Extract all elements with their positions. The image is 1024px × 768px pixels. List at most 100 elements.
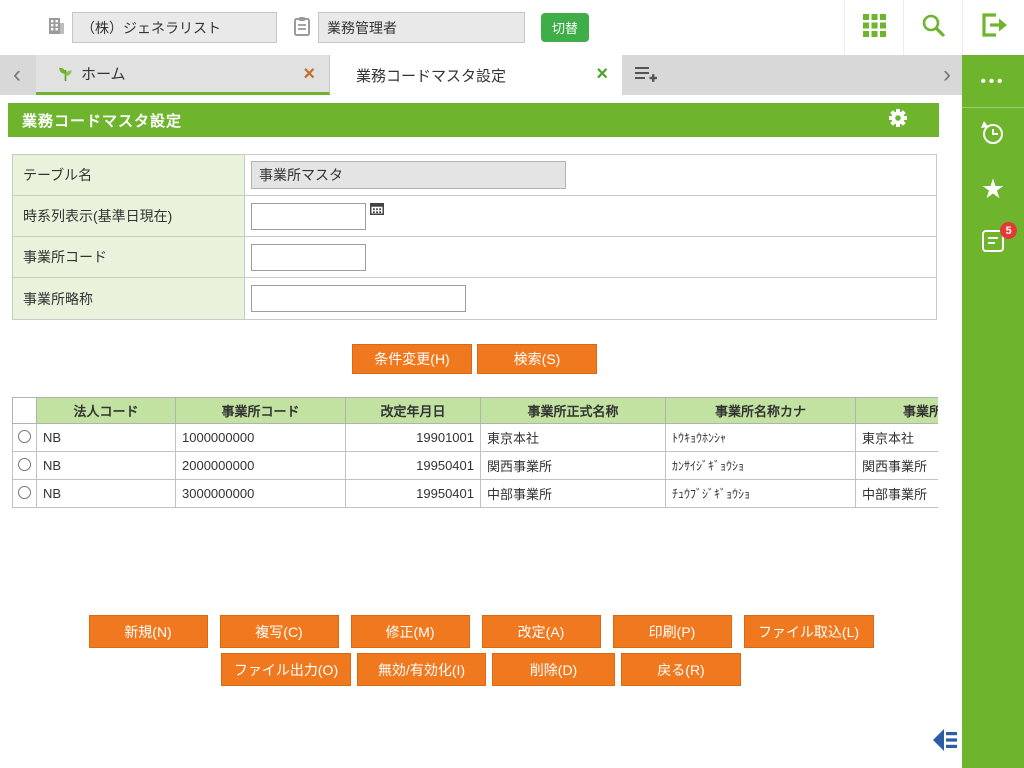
row-select-radio[interactable]: [18, 486, 31, 499]
tab-active-label: 業務コードマスタ設定: [356, 65, 506, 86]
role-input[interactable]: [318, 12, 525, 43]
cell-office-kana: ﾁｭｳﾌﾞｼﾞｷﾞｮｳｼｮ: [666, 480, 856, 508]
form-row-base-date: 時系列表示(基準日現在): [13, 196, 936, 237]
search-button[interactable]: [903, 0, 962, 55]
cell-office-code: 2000000000: [176, 452, 346, 480]
company-input[interactable]: [72, 12, 277, 43]
search-condition-form: テーブル名 時系列表示(基準日現在): [12, 154, 937, 320]
cell-office-name: 関西事業所: [481, 452, 666, 480]
delete-button[interactable]: 削除(D): [492, 653, 615, 686]
table-row: NB 1000000000 19901001 東京本社 ﾄｳｷｮｳﾎﾝｼｬ 東京…: [13, 424, 939, 452]
cell-office-code: 1000000000: [176, 424, 346, 452]
row-select-radio[interactable]: [18, 430, 31, 443]
clipboard-icon: [293, 16, 311, 36]
cell-corp-code: NB: [37, 452, 176, 480]
form-row-table-name: テーブル名: [13, 155, 936, 196]
back-button[interactable]: 戻る(R): [621, 653, 741, 686]
cell-office-kana: ｶﾝｻｲｼﾞｷﾞｮｳｼｮ: [666, 452, 856, 480]
result-table: 法人コード 事業所コード 改定年月日 事業所正式名称 事業所名称カナ 事業所略称…: [12, 397, 938, 508]
cell-corp-code: NB: [37, 424, 176, 452]
office-code-label: 事業所コード: [13, 237, 245, 277]
col-office-name: 事業所正式名称: [481, 398, 666, 424]
search-icon: [920, 12, 946, 43]
history-button[interactable]: [962, 108, 1024, 162]
tab-gyomu-code-master[interactable]: 業務コードマスタ設定 ×: [330, 55, 622, 95]
modify-button[interactable]: 修正(M): [351, 615, 470, 648]
building-icon: [46, 16, 66, 36]
base-date-label: 時系列表示(基準日現在): [13, 196, 245, 236]
revise-button[interactable]: 改定(A): [482, 615, 601, 648]
more-button[interactable]: •••: [962, 55, 1024, 108]
star-icon: ★: [981, 176, 1005, 203]
sprout-icon: [58, 66, 73, 82]
print-button[interactable]: 印刷(P): [613, 615, 732, 648]
grid-menu-icon: [862, 13, 887, 43]
cell-office-abbr: 関西事業所: [856, 452, 939, 480]
table-row: NB 2000000000 19950401 関西事業所 ｶﾝｻｲｼﾞｷﾞｮｳｼ…: [13, 452, 939, 480]
action-button-row-1: 新規(N) 複写(C) 修正(M) 改定(A) 印刷(P) ファイル取込(L): [0, 615, 962, 648]
page-title-bar: 業務コードマスタ設定: [8, 103, 939, 137]
tab-active-close-icon[interactable]: ×: [596, 64, 608, 84]
office-abbr-label: 事業所略称: [13, 278, 245, 319]
menu-grid-button[interactable]: [844, 0, 903, 55]
notification-badge: 5: [1000, 222, 1017, 239]
memo-button[interactable]: 5: [962, 216, 1024, 270]
table-name-label: テーブル名: [13, 155, 245, 195]
cell-office-name: 東京本社: [481, 424, 666, 452]
file-export-button[interactable]: ファイル出力(O): [221, 653, 351, 686]
cell-office-kana: ﾄｳｷｮｳﾎﾝｼｬ: [666, 424, 856, 452]
toggle-valid-button[interactable]: 無効/有効化(I): [357, 653, 486, 686]
result-header-row: 法人コード 事業所コード 改定年月日 事業所正式名称 事業所名称カナ 事業所略称: [13, 398, 939, 424]
result-table-container: 法人コード 事業所コード 改定年月日 事業所正式名称 事業所名称カナ 事業所略称…: [12, 397, 938, 508]
search-exec-button[interactable]: 検索(S): [477, 344, 597, 374]
tab-home[interactable]: ホーム ×: [36, 55, 330, 95]
col-office-code: 事業所コード: [176, 398, 346, 424]
page-title: 業務コードマスタ設定: [22, 110, 182, 131]
history-icon: [979, 119, 1007, 152]
copy-button[interactable]: 複写(C): [220, 615, 339, 648]
col-office-abbr: 事業所略称: [856, 398, 939, 424]
favorites-button[interactable]: ★: [962, 162, 1024, 216]
tab-home-close-icon[interactable]: ×: [303, 64, 315, 84]
base-date-input[interactable]: [251, 203, 366, 230]
right-sidebar: ••• ★ 5: [962, 55, 1024, 768]
row-select-radio[interactable]: [18, 458, 31, 471]
collapse-left-icon[interactable]: [933, 729, 959, 751]
office-abbr-input[interactable]: [251, 285, 466, 312]
office-code-input[interactable]: [251, 244, 366, 271]
col-revision-date: 改定年月日: [346, 398, 481, 424]
tab-home-label: ホーム: [81, 63, 126, 84]
table-name-field: [251, 161, 566, 189]
cell-revision-date: 19950401: [346, 480, 481, 508]
cell-office-abbr: 東京本社: [856, 424, 939, 452]
cell-office-name: 中部事業所: [481, 480, 666, 508]
add-tab-icon: [634, 64, 658, 89]
col-office-kana: 事業所名称カナ: [666, 398, 856, 424]
select-column-header: [13, 398, 37, 424]
cell-revision-date: 19901001: [346, 424, 481, 452]
add-tab-button[interactable]: [628, 63, 664, 89]
tab-scroll-right[interactable]: ›: [934, 55, 960, 95]
gear-icon: [887, 107, 909, 134]
tab-bar: ‹ ホーム × 業務コードマスタ設定 ×: [0, 55, 962, 95]
switch-role-button[interactable]: 切替: [541, 13, 589, 42]
logout-icon: [980, 12, 1008, 43]
search-button-row: 条件変更(H) 検索(S): [12, 344, 937, 374]
action-button-row-2: ファイル出力(O) 無効/有効化(I) 削除(D) 戻る(R): [0, 653, 962, 686]
app-window: 切替: [0, 0, 1024, 768]
cell-corp-code: NB: [37, 480, 176, 508]
form-row-office-code: 事業所コード: [13, 237, 936, 278]
top-header: 切替: [0, 0, 1024, 55]
logout-button[interactable]: [962, 0, 1024, 55]
calendar-icon[interactable]: [370, 202, 384, 215]
new-button[interactable]: 新規(N): [89, 615, 208, 648]
tab-scroll-left[interactable]: ‹: [4, 55, 30, 95]
settings-gear-button[interactable]: [887, 107, 909, 134]
change-condition-button[interactable]: 条件変更(H): [352, 344, 472, 374]
table-row: NB 3000000000 19950401 中部事業所 ﾁｭｳﾌﾞｼﾞｷﾞｮｳ…: [13, 480, 939, 508]
form-row-office-abbr: 事業所略称: [13, 278, 936, 319]
cell-revision-date: 19950401: [346, 452, 481, 480]
cell-office-abbr: 中部事業所: [856, 480, 939, 508]
file-import-button[interactable]: ファイル取込(L): [744, 615, 874, 648]
cell-office-code: 3000000000: [176, 480, 346, 508]
